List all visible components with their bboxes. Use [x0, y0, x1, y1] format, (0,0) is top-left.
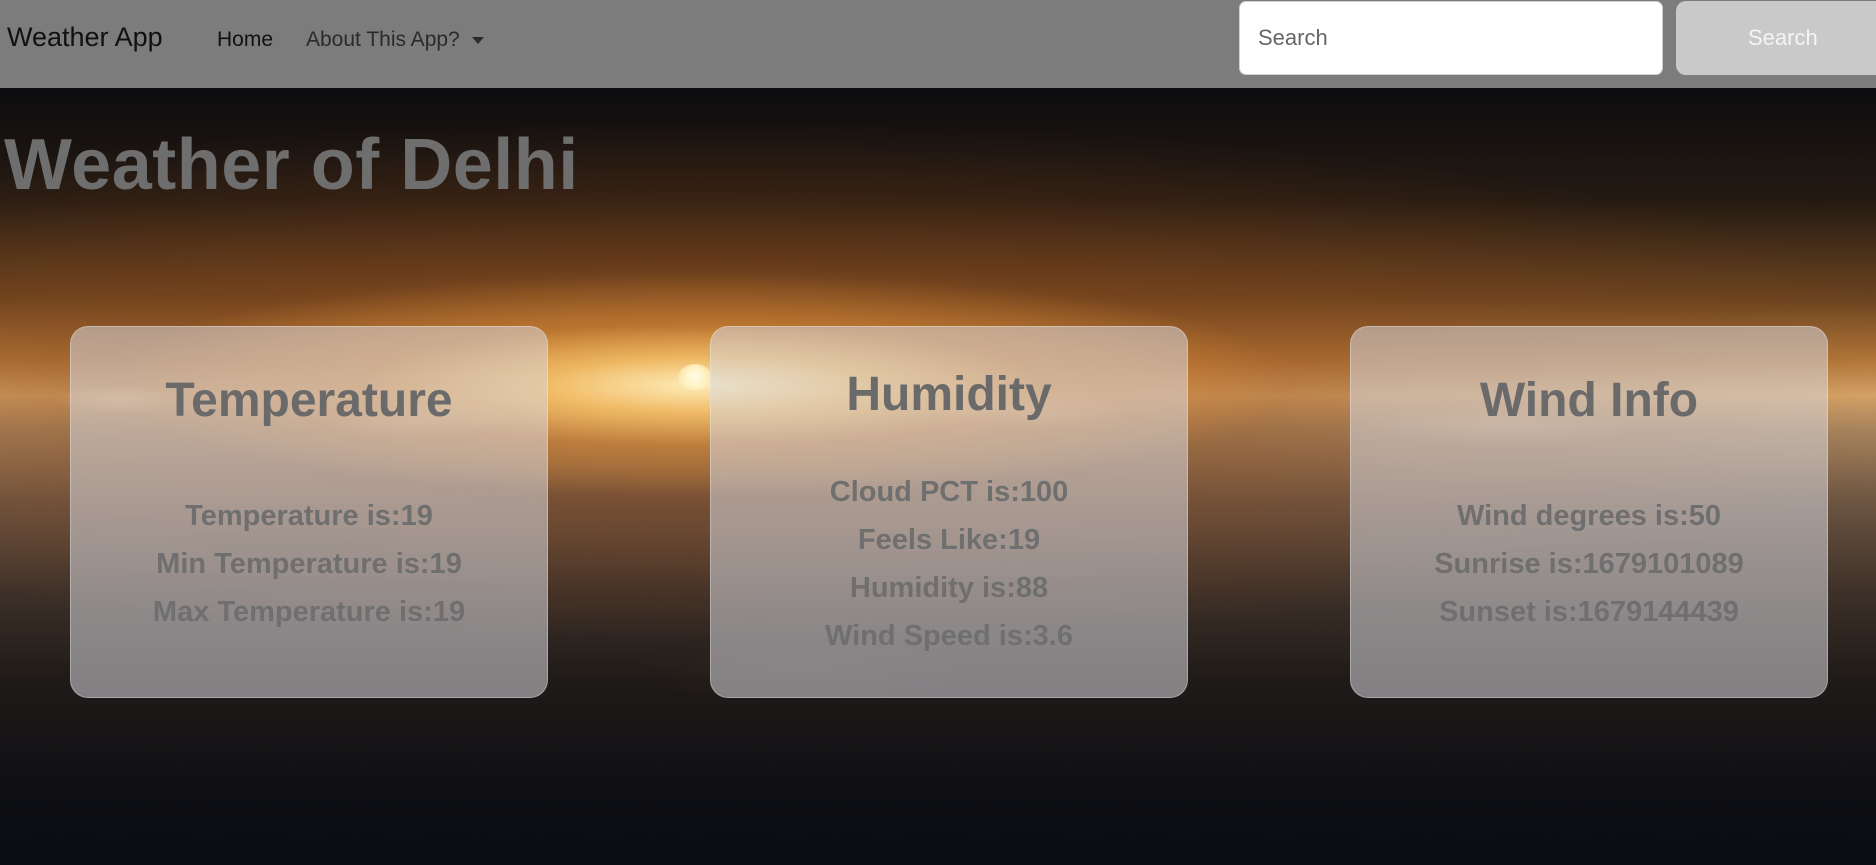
max-temperature-value: Max Temperature is:19 — [152, 596, 466, 628]
min-temperature-value: Min Temperature is:19 — [156, 548, 462, 580]
card-title: Temperature — [165, 374, 453, 427]
search-input[interactable] — [1239, 1, 1663, 75]
temperature-value: Temperature is:19 — [185, 500, 433, 532]
sunrise-value: Sunrise is:1679101089 — [1434, 548, 1744, 580]
humidity-value: Humidity is:88 — [849, 572, 1049, 604]
wind-degrees-value: Wind degrees is:50 — [1456, 500, 1722, 532]
nav-dropdown-about-label: About This App? — [306, 28, 460, 51]
navbar: Weather App Home About This App? Search — [0, 0, 1876, 88]
wind-speed-value: Wind Speed is:3.6 — [825, 620, 1073, 652]
search-button[interactable]: Search — [1676, 1, 1876, 75]
sunset-value: Sunset is:1679144439 — [1439, 596, 1739, 628]
card-title: Wind Info — [1479, 374, 1699, 427]
feels-like-value: Feels Like:19 — [857, 524, 1041, 556]
nav-link-home[interactable]: Home — [217, 28, 273, 52]
humidity-card: Humidity Cloud PCT is:100 Feels Like:19 … — [710, 326, 1188, 698]
wind-info-card: Wind Info Wind degrees is:50 Sunrise is:… — [1350, 326, 1828, 698]
caret-down-icon — [471, 36, 484, 44]
navbar-brand[interactable]: Weather App — [7, 22, 163, 53]
nav-dropdown-about[interactable]: About This App? — [306, 28, 484, 52]
card-title: Humidity — [846, 368, 1052, 421]
cloud-pct-value: Cloud PCT is:100 — [829, 476, 1069, 508]
temperature-card: Temperature Temperature is:19 Min Temper… — [70, 326, 548, 698]
page-title: Weather of Delhi — [4, 125, 579, 205]
sun-image — [678, 364, 712, 390]
